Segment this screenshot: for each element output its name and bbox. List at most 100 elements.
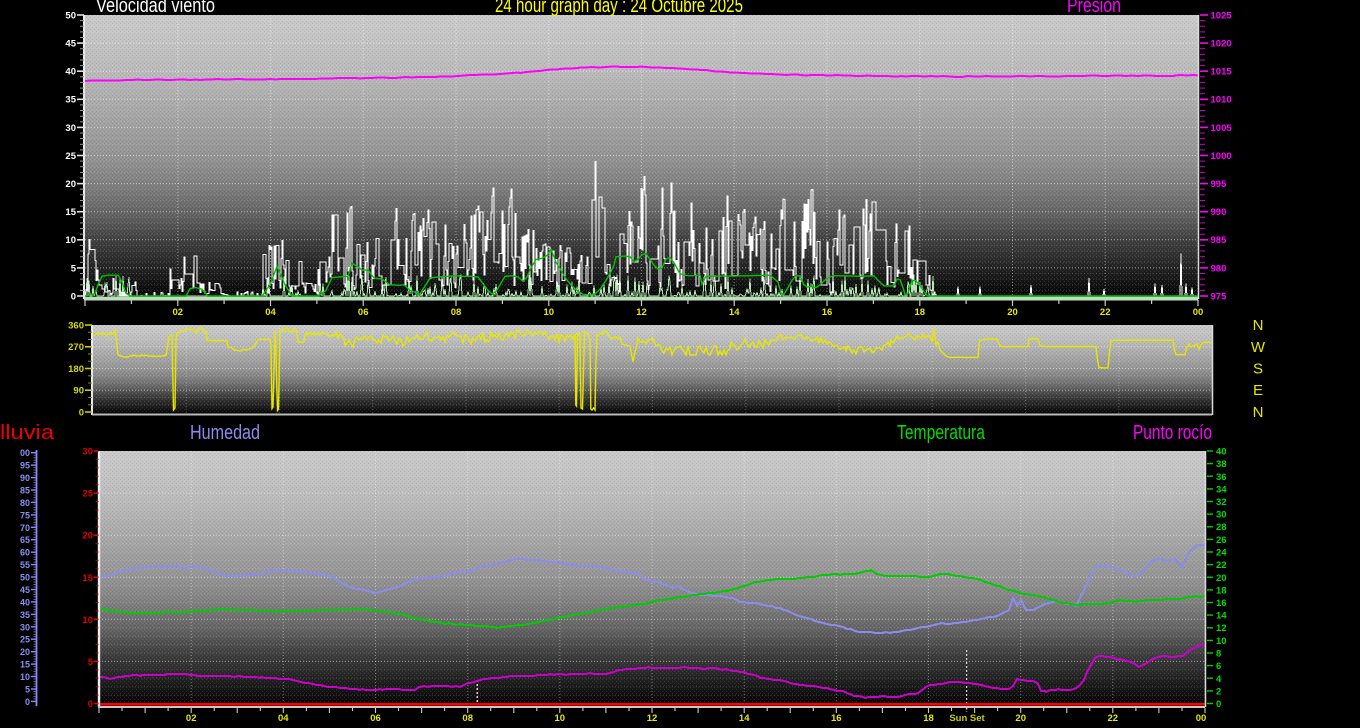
svg-text:30: 30 — [82, 447, 93, 458]
svg-text:38: 38 — [1216, 459, 1227, 470]
svg-text:08: 08 — [462, 713, 473, 724]
svg-text:Velocidad viento: Velocidad viento — [96, 0, 215, 17]
svg-text:1005: 1005 — [1211, 123, 1233, 134]
svg-text:10: 10 — [82, 615, 93, 626]
svg-text:Sun Set: Sun Set — [949, 713, 985, 724]
svg-text:5: 5 — [25, 685, 30, 695]
svg-text:lluvia: lluvia — [0, 422, 55, 444]
svg-text:06: 06 — [370, 713, 381, 724]
svg-text:34: 34 — [1216, 484, 1227, 495]
svg-text:12: 12 — [647, 713, 658, 724]
svg-text:15: 15 — [20, 660, 30, 670]
svg-text:32: 32 — [1216, 497, 1227, 508]
svg-text:Presión: Presión — [1067, 0, 1121, 17]
svg-text:00: 00 — [20, 448, 30, 458]
svg-text:1025: 1025 — [1211, 10, 1233, 21]
svg-text:15: 15 — [65, 207, 76, 218]
svg-text:40: 40 — [65, 67, 76, 78]
svg-text:02: 02 — [173, 307, 184, 318]
svg-text:30: 30 — [65, 123, 76, 134]
svg-text:N: N — [1253, 404, 1264, 421]
svg-text:00: 00 — [1196, 713, 1207, 724]
svg-text:10: 10 — [20, 672, 30, 682]
svg-text:1015: 1015 — [1211, 67, 1233, 78]
svg-text:10: 10 — [544, 307, 555, 318]
svg-text:26: 26 — [1216, 535, 1227, 546]
svg-text:18: 18 — [1216, 585, 1227, 596]
svg-text:36: 36 — [1216, 472, 1227, 483]
svg-text:30: 30 — [1216, 510, 1227, 521]
svg-text:1010: 1010 — [1211, 95, 1232, 106]
svg-text:75: 75 — [20, 510, 30, 520]
svg-text:990: 990 — [1211, 207, 1227, 218]
svg-text:24: 24 — [1216, 548, 1227, 559]
svg-text:360: 360 — [68, 320, 84, 331]
svg-text:90: 90 — [73, 386, 84, 397]
svg-text:S: S — [1253, 361, 1263, 378]
svg-text:25: 25 — [82, 489, 93, 500]
svg-text:14: 14 — [1216, 611, 1227, 622]
svg-text:270: 270 — [68, 342, 84, 353]
svg-text:40: 40 — [1216, 447, 1227, 458]
svg-text:2: 2 — [1216, 686, 1221, 697]
svg-text:45: 45 — [65, 39, 76, 50]
svg-text:15: 15 — [82, 573, 93, 584]
svg-text:50: 50 — [20, 573, 30, 583]
svg-text:20: 20 — [20, 647, 30, 657]
svg-text:02: 02 — [186, 713, 197, 724]
svg-text:20: 20 — [1015, 713, 1026, 724]
svg-text:1000: 1000 — [1211, 151, 1232, 162]
svg-text:35: 35 — [20, 610, 30, 620]
svg-text:16: 16 — [831, 713, 842, 724]
svg-text:8: 8 — [1216, 649, 1221, 660]
svg-text:0: 0 — [25, 697, 30, 707]
svg-text:18: 18 — [915, 307, 926, 318]
svg-text:24 hour graph day : 24 Octubre: 24 hour graph day : 24 Octubre 2025 — [495, 0, 743, 17]
svg-text:30: 30 — [20, 622, 30, 632]
svg-text:70: 70 — [20, 523, 30, 533]
svg-text:40: 40 — [20, 597, 30, 607]
svg-text:08: 08 — [451, 307, 462, 318]
svg-text:06: 06 — [358, 307, 369, 318]
svg-text:0: 0 — [79, 407, 84, 418]
svg-text:20: 20 — [1216, 573, 1227, 584]
svg-text:10: 10 — [65, 235, 76, 246]
svg-text:985: 985 — [1211, 235, 1228, 246]
svg-text:5: 5 — [88, 657, 94, 668]
svg-text:5: 5 — [71, 263, 77, 274]
svg-text:22: 22 — [1108, 713, 1119, 724]
svg-text:975: 975 — [1211, 291, 1228, 302]
svg-text:180: 180 — [68, 364, 84, 375]
svg-text:W: W — [1251, 339, 1266, 356]
svg-text:1020: 1020 — [1211, 39, 1232, 50]
svg-text:22: 22 — [1216, 560, 1227, 571]
svg-text:90: 90 — [20, 473, 30, 483]
svg-text:28: 28 — [1216, 522, 1227, 533]
svg-text:55: 55 — [20, 560, 30, 570]
svg-text:80: 80 — [20, 498, 30, 508]
svg-text:14: 14 — [729, 307, 740, 318]
svg-text:25: 25 — [20, 635, 30, 645]
svg-text:20: 20 — [82, 531, 93, 542]
svg-text:980: 980 — [1211, 263, 1227, 274]
svg-text:25: 25 — [65, 151, 76, 162]
svg-text:16: 16 — [1216, 598, 1227, 609]
svg-text:10: 10 — [555, 713, 566, 724]
svg-text:6: 6 — [1216, 661, 1221, 672]
svg-text:18: 18 — [923, 713, 934, 724]
svg-text:0: 0 — [88, 699, 93, 710]
svg-text:60: 60 — [20, 548, 30, 558]
svg-text:85: 85 — [20, 486, 30, 496]
svg-text:22: 22 — [1100, 307, 1111, 318]
svg-text:995: 995 — [1211, 179, 1228, 190]
svg-text:20: 20 — [65, 179, 76, 190]
svg-text:14: 14 — [739, 713, 750, 724]
svg-text:04: 04 — [278, 713, 289, 724]
svg-text:4: 4 — [1216, 674, 1222, 685]
svg-text:E: E — [1253, 382, 1263, 399]
svg-text:35: 35 — [65, 95, 76, 106]
svg-text:95: 95 — [20, 461, 30, 471]
svg-text:00: 00 — [1193, 307, 1204, 318]
svg-text:16: 16 — [822, 307, 833, 318]
svg-text:50: 50 — [65, 10, 76, 21]
